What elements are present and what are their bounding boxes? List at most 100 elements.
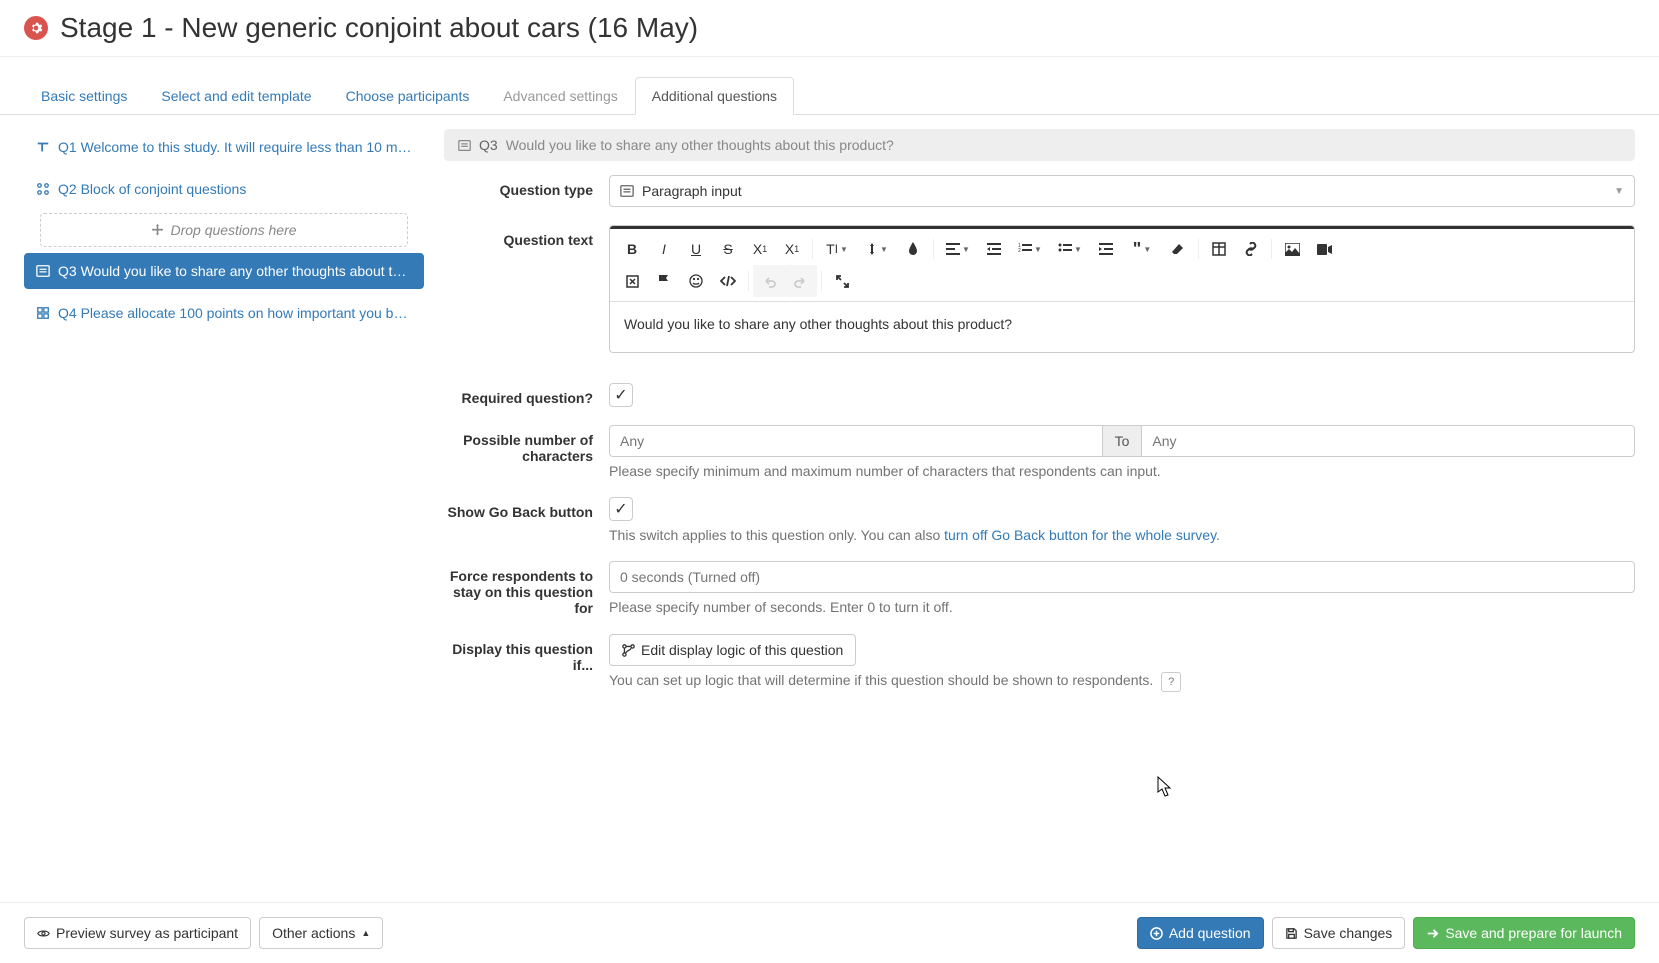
displayif-label: Display this question if... [444,634,609,692]
paragraph-icon [620,184,634,198]
tab-advanced-settings: Advanced settings [486,77,634,115]
required-label: Required question? [444,383,609,407]
page-title: Stage 1 - New generic conjoint about car… [60,12,698,44]
add-question-button[interactable]: Add question [1137,917,1264,949]
font-size-icon[interactable]: TI▼ [817,233,857,265]
question-id: Q3 [58,263,77,279]
displayif-help: You can set up logic that will determine… [609,672,1635,692]
indent-increase-icon[interactable] [1090,233,1122,265]
current-question-header: Q3 Would you like to share any other tho… [444,129,1635,161]
italic-icon[interactable]: I [648,233,680,265]
question-editor: Q3 Would you like to share any other tho… [444,129,1635,710]
svg-text:2: 2 [1018,248,1021,254]
preview-button[interactable]: Preview survey as participant [24,917,251,949]
superscript-icon[interactable]: X1 [776,233,808,265]
sidebar-question-q3[interactable]: Q3 Would you like to share any other tho… [24,253,424,289]
video-icon[interactable] [1308,233,1340,265]
save-icon [1285,927,1298,940]
question-text: Please allocate 100 points on how import… [81,305,412,321]
mouse-cursor [1157,776,1173,798]
strikethrough-icon[interactable]: S [712,233,744,265]
paragraph-icon [458,139,471,152]
question-type-label: Question type [444,175,609,207]
chars-label: Possible number of characters [444,425,609,479]
chars-min-input[interactable] [609,425,1103,457]
question-id: Q1 [58,139,77,155]
block-icon [36,182,50,196]
chars-to-label: To [1103,425,1142,457]
current-question-title: Would you like to share any other though… [506,137,894,153]
chevron-down-icon: ▼ [1614,186,1624,197]
tab-choose-participants[interactable]: Choose participants [329,77,487,115]
paragraph-icon [36,264,50,278]
save-launch-button[interactable]: Save and prepare for launch [1413,917,1635,949]
special-char-icon[interactable] [616,265,648,297]
question-text-label: Question text [444,225,609,353]
rich-text-editor: B I U S X1 X1 TI▼ ▼ ▼ 12▼ ▼ [609,225,1635,353]
plus-circle-icon [1150,927,1163,940]
other-actions-button[interactable]: Other actions ▲ [259,917,383,949]
fullscreen-icon[interactable] [826,265,858,297]
code-icon[interactable] [712,265,744,297]
underline-icon[interactable]: U [680,233,712,265]
goback-checkbox[interactable]: ✓ [609,497,633,521]
stay-label: Force respondents to stay on this questi… [444,561,609,616]
line-height-icon[interactable]: ▼ [857,233,897,265]
question-list-sidebar: Q1 Welcome to this study. It will requir… [24,129,424,710]
goback-link[interactable]: turn off Go Back button for the whole su… [944,527,1216,543]
stay-input[interactable] [609,561,1635,593]
move-icon [151,224,164,237]
chars-help: Please specify minimum and maximum numbe… [609,463,1635,479]
branch-icon [622,644,635,657]
tab-select-template[interactable]: Select and edit template [144,77,328,115]
help-icon[interactable]: ? [1161,672,1181,692]
ordered-list-icon[interactable]: 12▼ [1010,233,1050,265]
bold-icon[interactable]: B [616,233,648,265]
unordered-list-icon[interactable]: ▼ [1050,233,1090,265]
editor-toolbar: B I U S X1 X1 TI▼ ▼ ▼ 12▼ ▼ [610,226,1634,302]
sidebar-question-q1[interactable]: Q1 Welcome to this study. It will requir… [24,129,424,165]
question-text: Would you like to share any other though… [81,263,412,279]
gear-icon [24,16,48,40]
footer-bar: Preview survey as participant Other acti… [0,902,1659,963]
save-changes-button[interactable]: Save changes [1272,917,1406,949]
eye-icon [37,927,50,940]
link-icon[interactable] [1235,233,1267,265]
sidebar-question-q4[interactable]: Q4 Please allocate 100 points on how imp… [24,295,424,331]
tab-bar: Basic settings Select and edit template … [0,77,1659,115]
undo-icon [753,265,785,297]
allocate-icon [36,306,50,320]
question-text: Welcome to this study. It will require l… [81,139,412,155]
indent-decrease-icon[interactable] [978,233,1010,265]
question-type-select[interactable]: Paragraph input ▼ [609,175,1635,207]
flag-icon[interactable] [648,265,680,297]
subscript-icon[interactable]: X1 [744,233,776,265]
caret-up-icon: ▲ [361,928,370,938]
eraser-icon[interactable] [1162,233,1194,265]
align-icon[interactable]: ▼ [938,233,978,265]
stay-help: Please specify number of seconds. Enter … [609,599,1635,615]
editor-content[interactable]: Would you like to share any other though… [610,302,1634,352]
question-id: Q4 [58,305,77,321]
redo-icon [785,265,817,297]
tab-additional-questions[interactable]: Additional questions [635,77,794,115]
edit-display-logic-button[interactable]: Edit display logic of this question [609,634,856,666]
arrow-right-icon [1426,927,1439,940]
question-id: Q2 [58,181,77,197]
tab-basic-settings[interactable]: Basic settings [24,77,144,115]
image-icon[interactable] [1276,233,1308,265]
color-icon[interactable] [897,233,929,265]
sidebar-question-q2[interactable]: Q2 Block of conjoint questions [24,171,424,207]
quote-icon[interactable]: "▼ [1122,233,1162,265]
emoji-icon[interactable] [680,265,712,297]
current-question-id: Q3 [479,137,498,153]
question-type-value: Paragraph input [642,183,742,199]
dropzone-label: Drop questions here [170,222,296,238]
chars-max-input[interactable] [1141,425,1635,457]
goback-label: Show Go Back button [444,497,609,543]
question-text: Block of conjoint questions [81,181,247,197]
dropzone[interactable]: Drop questions here [40,213,408,247]
table-icon[interactable] [1203,233,1235,265]
goback-help: This switch applies to this question onl… [609,527,1635,543]
required-checkbox[interactable]: ✓ [609,383,633,407]
